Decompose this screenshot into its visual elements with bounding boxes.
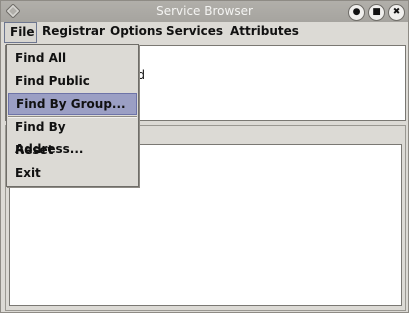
service-browser-window: Service Browser ● ■ ✖ File Registrar Opt…	[0, 0, 409, 313]
file-menu-dropdown: Find All Find Public Find By Group... Fi…	[6, 44, 139, 187]
window-title: Service Browser	[156, 4, 253, 18]
minimize-button[interactable]: ●	[348, 4, 365, 21]
menu-item-exit[interactable]: Exit	[8, 162, 137, 184]
title-bar[interactable]: Service Browser ● ■ ✖	[1, 1, 408, 23]
maximize-button[interactable]: ■	[368, 4, 385, 21]
close-button[interactable]: ✖	[388, 4, 405, 21]
menu-options[interactable]: Options	[105, 22, 168, 43]
menu-item-find-all[interactable]: Find All	[8, 47, 137, 69]
menu-item-reset[interactable]: Reset	[8, 139, 137, 161]
menu-attributes[interactable]: Attributes	[225, 22, 304, 43]
minimize-icon: ●	[352, 7, 361, 17]
menu-item-find-by-address[interactable]: Find By Address...	[8, 116, 137, 156]
menu-bar: File Registrar Options Services Attribut…	[1, 22, 408, 43]
maximize-icon: ■	[372, 7, 381, 17]
menu-services[interactable]: Services	[161, 22, 228, 43]
menu-file[interactable]: File	[4, 22, 37, 43]
menu-registrar[interactable]: Registrar	[37, 22, 110, 43]
menu-item-find-by-group[interactable]: Find By Group...	[8, 93, 137, 115]
close-icon: ✖	[392, 7, 401, 17]
menu-item-find-public[interactable]: Find Public	[8, 70, 137, 92]
